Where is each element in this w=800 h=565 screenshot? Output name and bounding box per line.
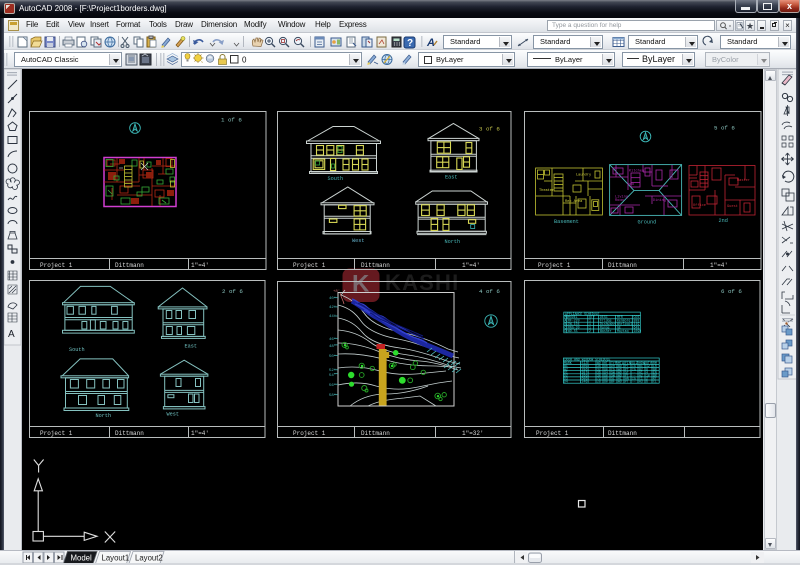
svg-text:?: ? (407, 38, 413, 49)
svg-text:WD: WD (618, 380, 622, 384)
svg-text:East: East (185, 344, 197, 350)
svg-text:Layout1: Layout1 (102, 554, 130, 563)
svg-text:1 of 6: 1 of 6 (221, 117, 242, 124)
svg-text:Dittmann: Dittmann (608, 262, 637, 269)
svg-text:Dittmann: Dittmann (115, 430, 144, 437)
svg-text:Master: Master (737, 178, 750, 183)
svg-text:Project 1: Project 1 (536, 430, 569, 437)
svg-text:Project 1: Project 1 (538, 262, 571, 269)
svg-text:Basement: Basement (554, 219, 579, 225)
svg-text:D: D (565, 329, 567, 333)
svg-text:Laundry: Laundry (576, 173, 592, 178)
svg-text:Ground: Ground (638, 220, 657, 226)
svg-text:Kitchen: Kitchen (629, 169, 644, 174)
svg-text:Guest: Guest (727, 205, 738, 209)
svg-text:Dittmann: Dittmann (361, 430, 390, 437)
svg-text:28: 28 (597, 380, 601, 384)
svg-text:Dittmann: Dittmann (115, 262, 144, 269)
svg-text:WD-55: WD-55 (568, 329, 578, 333)
svg-text:+8': +8' (333, 289, 340, 294)
svg-text:South: South (328, 176, 344, 182)
svg-text:2nd: 2nd (719, 218, 728, 224)
svg-text:2: 2 (589, 329, 591, 333)
svg-text:South: South (69, 347, 85, 353)
svg-text:Model: Model (71, 554, 93, 563)
svg-text:D4: D4 (564, 380, 568, 384)
svg-text:52': 52' (329, 368, 336, 373)
svg-text:1"=4': 1"=4' (710, 262, 728, 269)
svg-text:1099: 1099 (634, 329, 642, 333)
svg-text:West: West (352, 238, 364, 244)
svg-text:KASHI: KASHI (385, 270, 459, 295)
svg-text:Dittmann: Dittmann (361, 262, 390, 269)
svg-text:Rec Area: Rec Area (565, 199, 583, 204)
svg-text:1"=4': 1"=4' (191, 430, 209, 437)
svg-text:Washer: Washer (600, 329, 612, 333)
svg-text:A: A (8, 329, 15, 340)
svg-text:CL: CL (653, 380, 657, 384)
svg-text:Dining: Dining (653, 198, 666, 203)
svg-text:80: 80 (604, 380, 608, 384)
svg-text:Project 1: Project 1 (293, 430, 326, 437)
svg-text:A3: A3 (639, 380, 643, 384)
svg-text:Maytag: Maytag (617, 329, 629, 333)
svg-text:West: West (167, 412, 179, 418)
svg-text:PT: PT (625, 380, 629, 384)
svg-text:Room: Room (615, 199, 624, 203)
svg-text:North: North (445, 239, 461, 245)
svg-text:46': 46' (329, 337, 336, 342)
svg-text:North: North (96, 413, 112, 419)
svg-text:Project 1: Project 1 (293, 262, 326, 269)
svg-text:6: 6 (646, 380, 648, 384)
svg-text:--: -- (632, 380, 636, 384)
svg-text:Theater: Theater (539, 188, 554, 193)
svg-text:50': 50' (329, 354, 336, 359)
svg-text:42': 42' (329, 305, 336, 310)
svg-text:Dittmann: Dittmann (608, 430, 637, 437)
svg-text:3 of 6: 3 of 6 (479, 126, 500, 133)
svg-text:Project 1: Project 1 (40, 262, 73, 269)
svg-text:1"=4': 1"=4' (191, 262, 209, 269)
svg-text:40': 40' (329, 296, 336, 301)
svg-text:BF: BF (611, 380, 615, 384)
svg-text:4 of 6: 4 of 6 (479, 288, 500, 295)
svg-text:56': 56' (329, 383, 336, 388)
svg-text:6 of 6: 6 of 6 (721, 288, 742, 295)
svg-text:East: East (445, 175, 457, 181)
svg-text:1"=4': 1"=4' (462, 262, 480, 269)
svg-text:Project 1: Project 1 (40, 430, 73, 437)
svg-text:58': 58' (329, 393, 336, 398)
svg-text:Layout2: Layout2 (135, 554, 163, 563)
svg-text:1"=32': 1"=32' (462, 430, 484, 437)
svg-text:2468: 2468 (582, 380, 590, 384)
svg-text:0: 0 (242, 56, 247, 65)
svg-text:Office: Office (693, 203, 706, 208)
svg-text:A: A (426, 37, 435, 49)
svg-text:44': 44' (329, 314, 336, 319)
svg-text:K: K (352, 271, 370, 298)
svg-text:2 of 6: 2 of 6 (222, 288, 243, 295)
svg-text:5 of 6: 5 of 6 (714, 125, 735, 132)
